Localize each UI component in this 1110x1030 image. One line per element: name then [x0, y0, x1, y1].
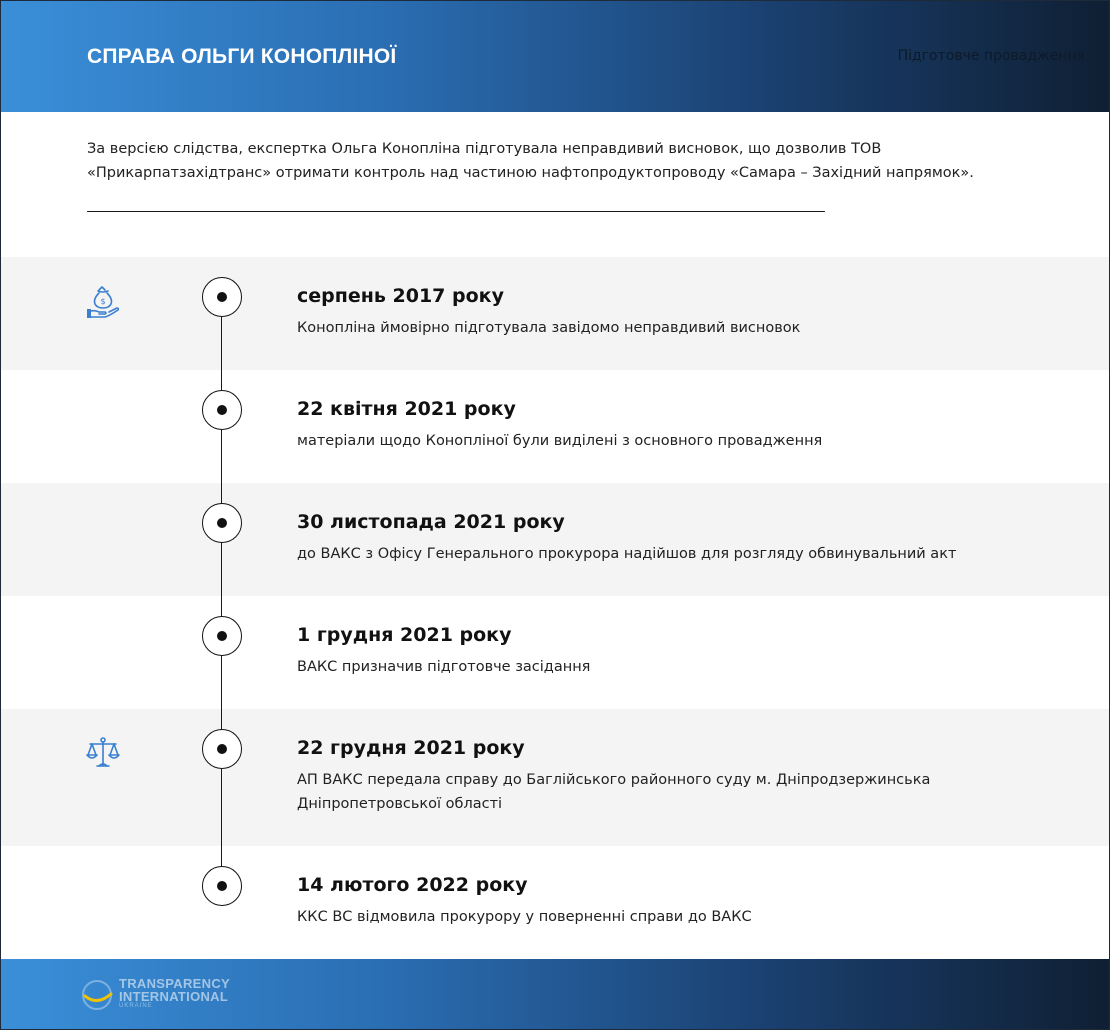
header-banner: СПРАВА ОЛЬГИ КОНОПЛІНОЇ Підготовче прова…: [1, 1, 1109, 112]
timeline-node: [202, 390, 242, 430]
event-row-bg: [1, 846, 1109, 959]
event-date: 14 лютого 2022 року: [297, 874, 528, 896]
case-title: СПРАВА ОЛЬГИ КОНОПЛІНОЇ: [87, 45, 397, 68]
event-description: ВАКС призначив підготовче засідання: [297, 659, 591, 675]
money-bag-hand-icon: $: [87, 286, 120, 318]
event-row-bg: [1, 596, 1109, 709]
intro-divider: [87, 211, 825, 212]
logo-line-3: UKRAINE: [119, 1003, 153, 1009]
event-date: 22 грудня 2021 року: [297, 737, 525, 759]
infographic: СПРАВА ОЛЬГИ КОНОПЛІНОЇ Підготовче прова…: [0, 0, 1110, 1030]
event-description: ККС ВС відмовила прокурору у поверненні …: [297, 909, 752, 925]
intro-text: За версією слідства, експертка Ольга Кон…: [87, 141, 974, 181]
timeline-line: [221, 297, 222, 886]
case-stage-label: Підготовче провадження: [897, 48, 1085, 64]
ti-globe-icon: [82, 980, 113, 1010]
event-description: Конопліна ймовірно підготувала завідомо …: [297, 320, 801, 336]
logo-line-2: INTERNATIONAL: [119, 989, 229, 1004]
event-row-bg: [1, 483, 1109, 596]
event-date: 1 грудня 2021 року: [297, 624, 512, 646]
scales-icon: [86, 737, 120, 767]
footer-banner: TRANSPARENCY INTERNATIONAL UKRAINE: [1, 959, 1109, 1029]
timeline-node: [202, 503, 242, 543]
transparency-international-logo: TRANSPARENCY INTERNATIONAL UKRAINE: [81, 976, 251, 1016]
event-description: АП ВАКС передала справу до Баглійського …: [297, 772, 931, 812]
svg-text:$: $: [100, 297, 105, 306]
timeline-node: [202, 866, 242, 906]
event-description: до ВАКС з Офісу Генерального прокурора н…: [297, 546, 957, 562]
event-date: 30 листопада 2021 року: [297, 511, 565, 533]
event-date: серпень 2017 року: [297, 285, 504, 307]
event-date: 22 квітня 2021 року: [297, 398, 516, 420]
event-row-bg: [1, 370, 1109, 483]
timeline-node: [202, 616, 242, 656]
event-description: матеріали щодо Коноплінoї були виділені …: [297, 433, 823, 449]
event-row-bg: [1, 257, 1109, 370]
timeline-node: [202, 729, 242, 769]
timeline-node: [202, 277, 242, 317]
